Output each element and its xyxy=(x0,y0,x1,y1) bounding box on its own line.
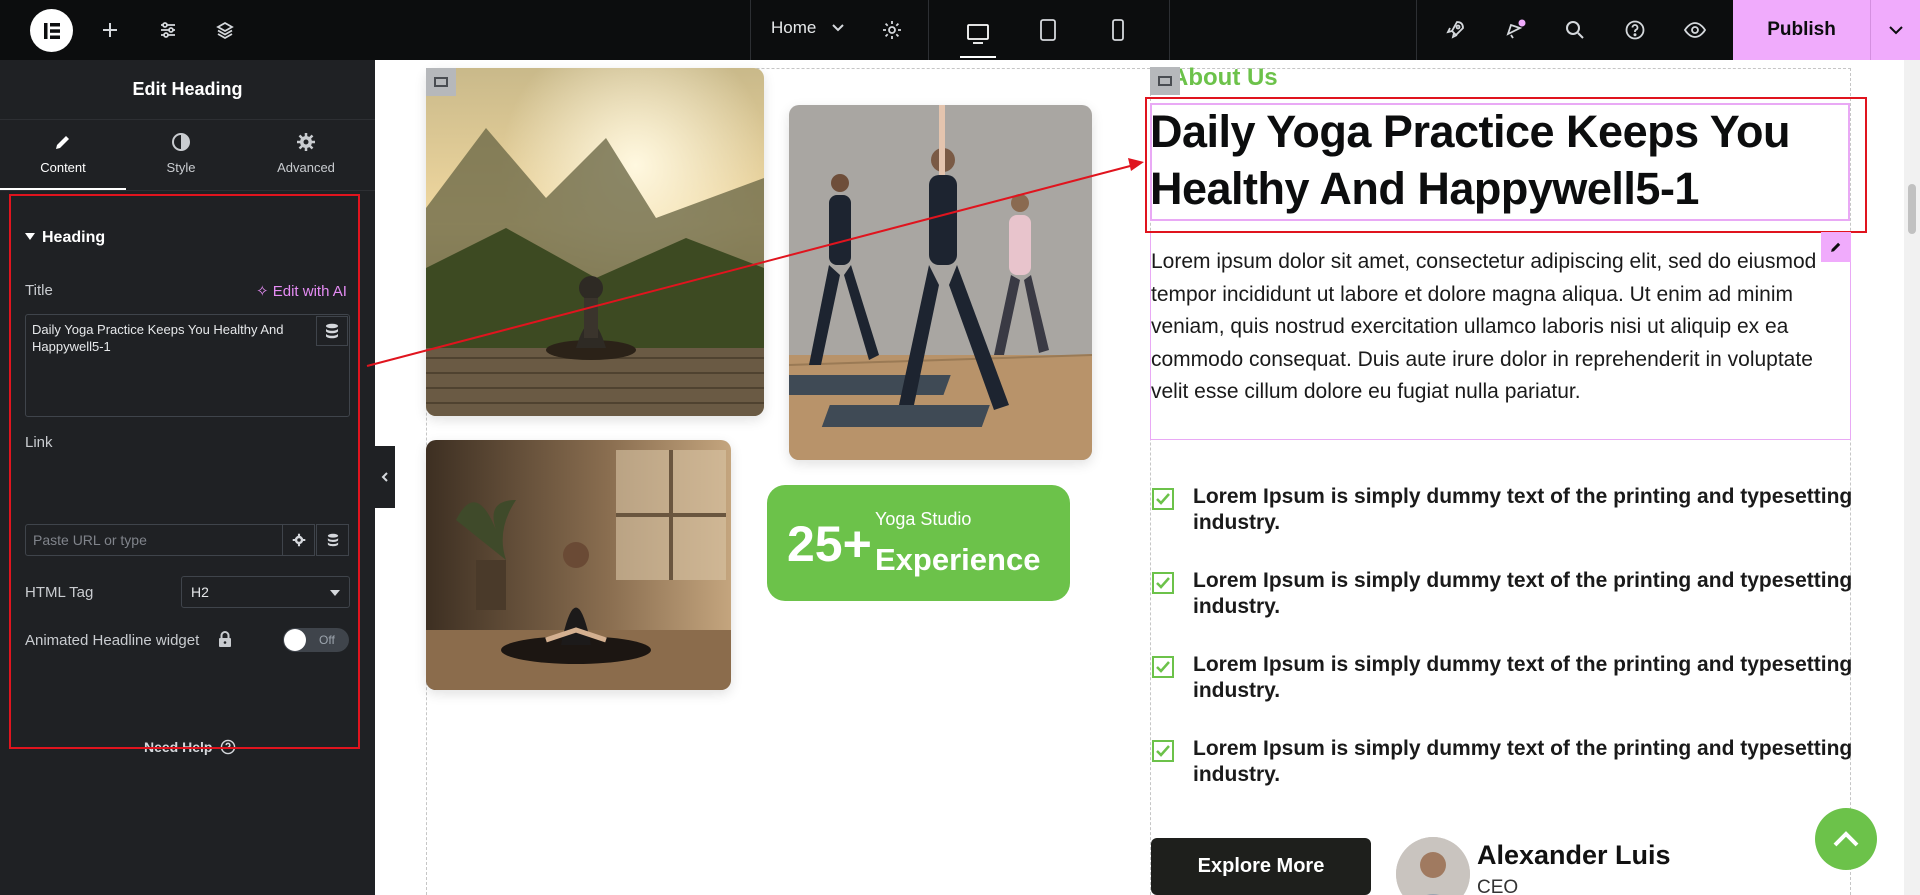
preview-eye-icon[interactable] xyxy=(1677,12,1713,48)
experience-number: 25+ xyxy=(787,516,872,572)
annotation-highlight-panel xyxy=(9,194,360,749)
rocket-icon[interactable] xyxy=(1437,12,1473,48)
checkbox-icon xyxy=(1152,656,1174,678)
panel-title: Edit Heading xyxy=(0,60,375,120)
intro-paragraph: Lorem ipsum dolor sit amet, consectetur … xyxy=(1151,250,1817,403)
badge-subtitle: Yoga Studio xyxy=(875,509,972,529)
separator xyxy=(750,0,751,60)
page-selector[interactable]: Home xyxy=(771,18,845,38)
checkbox-icon xyxy=(1152,572,1174,594)
scrollbar[interactable] xyxy=(1904,60,1920,895)
collapse-panel-button[interactable] xyxy=(375,446,395,508)
settings-sliders-icon[interactable] xyxy=(150,12,186,48)
checkbox-icon xyxy=(1152,488,1174,510)
indoor-meditation-image xyxy=(426,440,731,690)
tab-advanced[interactable]: Advanced xyxy=(243,132,369,192)
notifications-icon[interactable] xyxy=(1497,12,1533,48)
tab-content[interactable]: Content xyxy=(0,132,126,191)
gear-icon xyxy=(243,132,369,154)
list-item-text: Lorem Ipsum is simply dummy text of the … xyxy=(1193,737,1853,786)
separator xyxy=(1416,0,1417,60)
separator xyxy=(1169,0,1170,60)
tab-label: Style xyxy=(166,160,196,175)
pencil-icon xyxy=(0,132,126,154)
chevron-down-icon xyxy=(832,24,844,32)
tab-label: Advanced xyxy=(277,160,335,175)
checkbox-icon xyxy=(1152,740,1174,762)
publish-button[interactable]: Publish xyxy=(1733,0,1870,60)
tab-style[interactable]: Style xyxy=(118,132,244,192)
scrollbar-thumb[interactable] xyxy=(1908,184,1916,234)
page-name: Home xyxy=(771,18,817,37)
gear-icon[interactable] xyxy=(874,12,910,48)
tab-label: Content xyxy=(40,160,86,175)
person-role: CEO xyxy=(1477,877,1519,895)
group-yoga-image xyxy=(789,105,1092,460)
top-bar: Home Publish xyxy=(0,0,1920,60)
scroll-to-top-button[interactable] xyxy=(1815,808,1877,870)
widget-handle-icon[interactable] xyxy=(1150,67,1180,95)
yoga-mountain-image xyxy=(426,68,764,416)
separator xyxy=(928,0,929,60)
explore-more-button[interactable]: Explore More xyxy=(1151,838,1371,895)
annotation-highlight-heading xyxy=(1145,97,1867,233)
chevron-left-icon xyxy=(381,472,388,482)
badge-title: Experience xyxy=(875,542,1041,577)
list-item-text: Lorem Ipsum is simply dummy text of the … xyxy=(1193,569,1853,618)
desktop-icon[interactable] xyxy=(960,12,996,58)
tablet-icon[interactable] xyxy=(1030,12,1066,48)
contrast-icon xyxy=(118,132,244,154)
list-item-text: Lorem Ipsum is simply dummy text of the … xyxy=(1193,485,1853,534)
layers-icon[interactable] xyxy=(207,12,243,48)
mobile-icon[interactable] xyxy=(1100,12,1136,48)
help-icon[interactable] xyxy=(1617,12,1653,48)
tab-divider xyxy=(0,190,375,191)
publish-options-button[interactable] xyxy=(1870,0,1920,60)
chevron-up-icon xyxy=(1833,831,1859,847)
person-name: Alexander Luis xyxy=(1477,840,1671,870)
section-label: About Us xyxy=(1171,64,1278,91)
list-item-text: Lorem Ipsum is simply dummy text of the … xyxy=(1193,653,1853,702)
add-icon[interactable] xyxy=(92,12,128,48)
elementor-logo-icon[interactable] xyxy=(30,9,73,52)
widget-handle-icon[interactable] xyxy=(426,68,456,96)
chevron-down-icon xyxy=(1888,26,1903,35)
search-icon[interactable] xyxy=(1557,12,1593,48)
experience-badge: 25+ Yoga Studio Experience xyxy=(767,485,1070,601)
